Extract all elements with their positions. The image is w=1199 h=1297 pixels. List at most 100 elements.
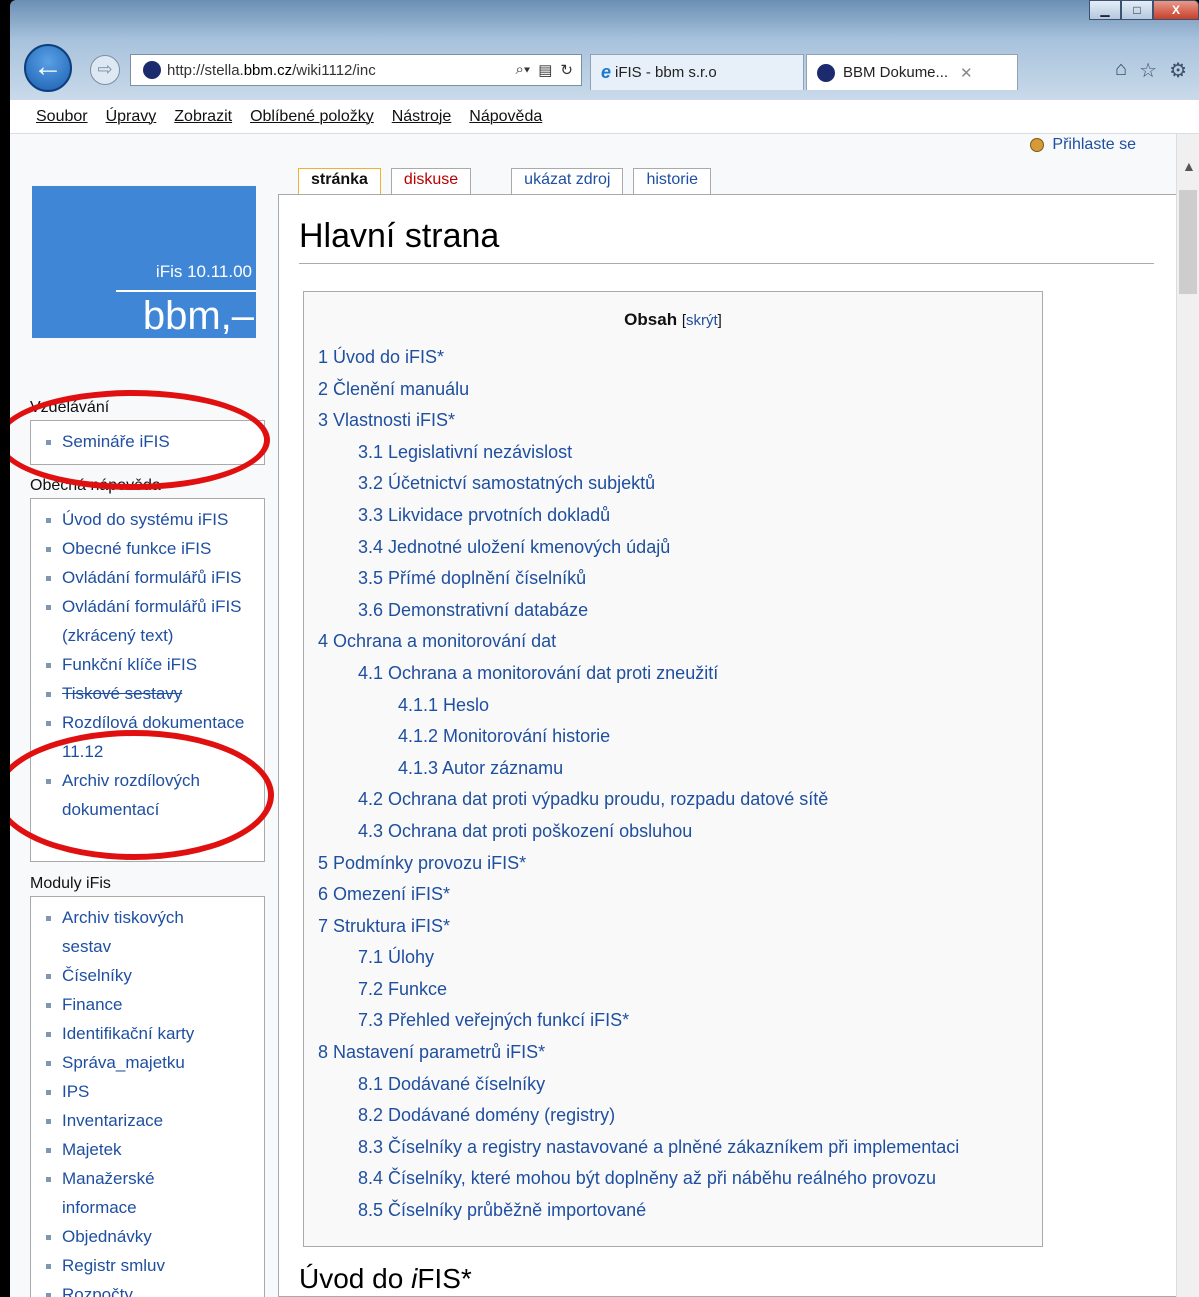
window-controls: ▁ □ X xyxy=(1089,0,1199,22)
sidebar-item-general-functions[interactable]: Obecné funkce iFIS xyxy=(31,534,264,563)
menu-view[interactable]: Zobrazit xyxy=(174,108,232,126)
toc-entry[interactable]: 5 Podmínky provozu iFIS* xyxy=(318,848,959,880)
toc-entry[interactable]: 8.3 Číselníky a registry nastavované a p… xyxy=(318,1132,959,1164)
toc-entry[interactable]: 8.1 Dodávané číselníky xyxy=(318,1069,959,1101)
browser-tab-ifis[interactable]: e iFIS - bbm s.r.o xyxy=(590,54,804,90)
menu-edit[interactable]: Úpravy xyxy=(106,108,157,126)
table-of-contents: Obsah [skrýt] 1 Úvod do iFIS* 2 Členění … xyxy=(303,291,1043,1247)
toc-entry[interactable]: 7.1 Úlohy xyxy=(318,942,959,974)
logo-name: bbm,– xyxy=(142,294,254,338)
sidebar-item-management-info[interactable]: Manažerské informace xyxy=(31,1164,211,1222)
sidebar-item-function-keys[interactable]: Funkční klíče iFIS xyxy=(31,650,264,679)
tab-discussion[interactable]: diskuse xyxy=(390,168,472,194)
menu-favorites[interactable]: Oblíbené položky xyxy=(250,108,374,126)
address-url[interactable]: http://stella.bbm.cz/wiki1112/inc xyxy=(167,62,516,79)
wiki-page: Přihlaste se iFis 10.11.00 bbm,– Vzděláv… xyxy=(10,134,1176,1297)
toc-entry[interactable]: 3 Vlastnosti iFIS* xyxy=(318,405,959,437)
heading-divider xyxy=(299,263,1154,264)
toc-entry[interactable]: 4.2 Ochrana dat proti výpadku proudu, ro… xyxy=(318,784,959,816)
toc-entry[interactable]: 1 Úvod do iFIS* xyxy=(318,342,959,374)
toc-header: Obsah [skrýt] xyxy=(304,310,1042,330)
toc-list: 1 Úvod do iFIS* 2 Členění manuálu 3 Vlas… xyxy=(318,342,959,1227)
site-globe-icon xyxy=(143,61,161,79)
menu-file[interactable]: Soubor xyxy=(36,108,88,126)
scroll-thumb[interactable] xyxy=(1179,190,1197,294)
menu-bar: Soubor Úpravy Zobrazit Oblíbené položky … xyxy=(10,100,1199,134)
search-icon[interactable]: ⌕▾ xyxy=(516,61,531,79)
sidebar-item-orders[interactable]: Objednávky xyxy=(31,1222,264,1251)
tab-view-source[interactable]: ukázat zdroj xyxy=(511,168,624,194)
content-area: Hlavní strana Obsah [skrýt] 1 Úvod do iF… xyxy=(278,194,1176,1297)
sidebar-item-ips[interactable]: IPS xyxy=(31,1077,264,1106)
sidebar-item-property-management[interactable]: Správa_majetku xyxy=(31,1048,264,1077)
toc-entry[interactable]: 3.4 Jednotné uložení kmenových údajů xyxy=(318,532,959,564)
sidebar-item-forms[interactable]: Ovládání formulářů iFIS xyxy=(31,563,246,592)
tab-close-icon[interactable]: ✕ xyxy=(960,64,973,82)
browser-tab-bbm[interactable]: BBM Dokume... ✕ xyxy=(806,54,1018,90)
tab-page[interactable]: stránka xyxy=(298,168,381,194)
sidebar-item-contract-register[interactable]: Registr smluv xyxy=(31,1251,264,1280)
gear-icon[interactable]: ⚙ xyxy=(1169,58,1187,83)
sidebar-item-forms-short[interactable]: Ovládání formulářů iFIS (zkrácený text) xyxy=(31,592,246,650)
sidebar-item-codelists[interactable]: Číselníky xyxy=(31,961,264,990)
toc-entry[interactable]: 4.1.1 Heslo xyxy=(318,690,959,722)
toc-entry[interactable]: 4.1.2 Monitorování historie xyxy=(318,721,959,753)
browser-toolbar-icons: ⌂ ☆ ⚙ xyxy=(1115,58,1187,83)
toc-entry[interactable]: 3.3 Likvidace prvotních dokladů xyxy=(318,500,959,532)
logo-divider xyxy=(116,290,256,292)
address-tools: ⌕▾ ▤ ↻ xyxy=(516,61,573,79)
maximize-button[interactable]: □ xyxy=(1121,0,1153,20)
sidebar-item-finance[interactable]: Finance xyxy=(31,990,264,1019)
toc-title: Obsah xyxy=(624,310,678,329)
menu-help[interactable]: Nápověda xyxy=(469,108,542,126)
toc-entry[interactable]: 8 Nastavení parametrů iFIS* xyxy=(318,1037,959,1069)
login-link[interactable]: Přihlaste se xyxy=(1030,136,1136,154)
toc-entry[interactable]: 8.5 Číselníky průběžně importované xyxy=(318,1195,959,1227)
toc-entry[interactable]: 3.6 Demonstrativní databáze xyxy=(318,595,959,627)
sidebar-item-budgets[interactable]: Rozpočty xyxy=(31,1280,264,1297)
toc-entry[interactable]: 3.2 Účetnictví samostatných subjektů xyxy=(318,468,959,500)
toc-entry[interactable]: 7.2 Funkce xyxy=(318,974,959,1006)
toc-entry[interactable]: 8.4 Číselníky, které mohou být doplněny … xyxy=(318,1163,959,1195)
site-logo[interactable]: iFis 10.11.00 bbm,– xyxy=(32,186,256,338)
page-title: Hlavní strana xyxy=(299,217,500,255)
user-icon xyxy=(1030,138,1045,152)
close-button[interactable]: X xyxy=(1153,0,1199,20)
toc-entry[interactable]: 4.1 Ochrana a monitorování dat proti zne… xyxy=(318,658,959,690)
vertical-scrollbar[interactable]: ▲ xyxy=(1176,134,1199,1297)
sidebar-item-print-reports[interactable]: Tiskové sestavy xyxy=(31,679,264,708)
tab-globe-icon xyxy=(817,63,835,82)
sidebar-item-inventory[interactable]: Inventarizace xyxy=(31,1106,264,1135)
toc-entry[interactable]: 6 Omezení iFIS* xyxy=(318,879,959,911)
sidebar-item-intro[interactable]: Úvod do systému iFIS xyxy=(31,505,264,534)
toc-entry[interactable]: 2 Členění manuálu xyxy=(318,374,959,406)
minimize-button[interactable]: ▁ xyxy=(1089,0,1121,20)
toc-entry[interactable]: 4.3 Ochrana dat proti poškození obsluhou xyxy=(318,816,959,848)
ie-icon: e xyxy=(601,62,612,82)
toc-entry[interactable]: 4 Ochrana a monitorování dat xyxy=(318,626,959,658)
annotation-ellipse-education xyxy=(10,390,270,490)
home-icon[interactable]: ⌂ xyxy=(1115,58,1127,83)
sidebar-portlet-modules: Archiv tiskových sestav Číselníky Financ… xyxy=(30,896,265,1297)
sidebar-item-assets[interactable]: Majetek xyxy=(31,1135,264,1164)
toc-hide-toggle[interactable]: [skrýt] xyxy=(682,312,722,329)
scroll-up-icon[interactable]: ▲ xyxy=(1182,158,1196,174)
toc-entry[interactable]: 3.1 Legislativní nezávislost xyxy=(318,437,959,469)
toc-entry[interactable]: 7.3 Přehled veřejných funkcí iFIS* xyxy=(318,1005,959,1037)
toc-entry[interactable]: 8.2 Dodávané domény (registry) xyxy=(318,1100,959,1132)
menu-tools[interactable]: Nástroje xyxy=(392,108,452,126)
favorites-star-icon[interactable]: ☆ xyxy=(1139,58,1157,83)
address-bar[interactable]: http://stella.bbm.cz/wiki1112/inc ⌕▾ ▤ ↻ xyxy=(130,54,582,86)
section-heading-intro: Úvod do iFIS* xyxy=(299,1263,472,1294)
tab-history[interactable]: historie xyxy=(633,168,712,194)
compatibility-icon[interactable]: ▤ xyxy=(538,61,552,79)
sidebar-item-id-cards[interactable]: Identifikační karty xyxy=(31,1019,264,1048)
logo-version: iFis 10.11.00 xyxy=(155,262,252,281)
sidebar-item-print-archive[interactable]: Archiv tiskových sestav xyxy=(31,903,231,961)
toc-entry[interactable]: 7 Struktura iFIS* xyxy=(318,911,959,943)
back-button[interactable]: ← xyxy=(24,44,72,92)
forward-button[interactable]: ⇨ xyxy=(90,55,120,85)
refresh-icon[interactable]: ↻ xyxy=(560,61,573,79)
toc-entry[interactable]: 3.5 Přímé doplnění číselníků xyxy=(318,563,959,595)
toc-entry[interactable]: 4.1.3 Autor záznamu xyxy=(318,753,959,785)
